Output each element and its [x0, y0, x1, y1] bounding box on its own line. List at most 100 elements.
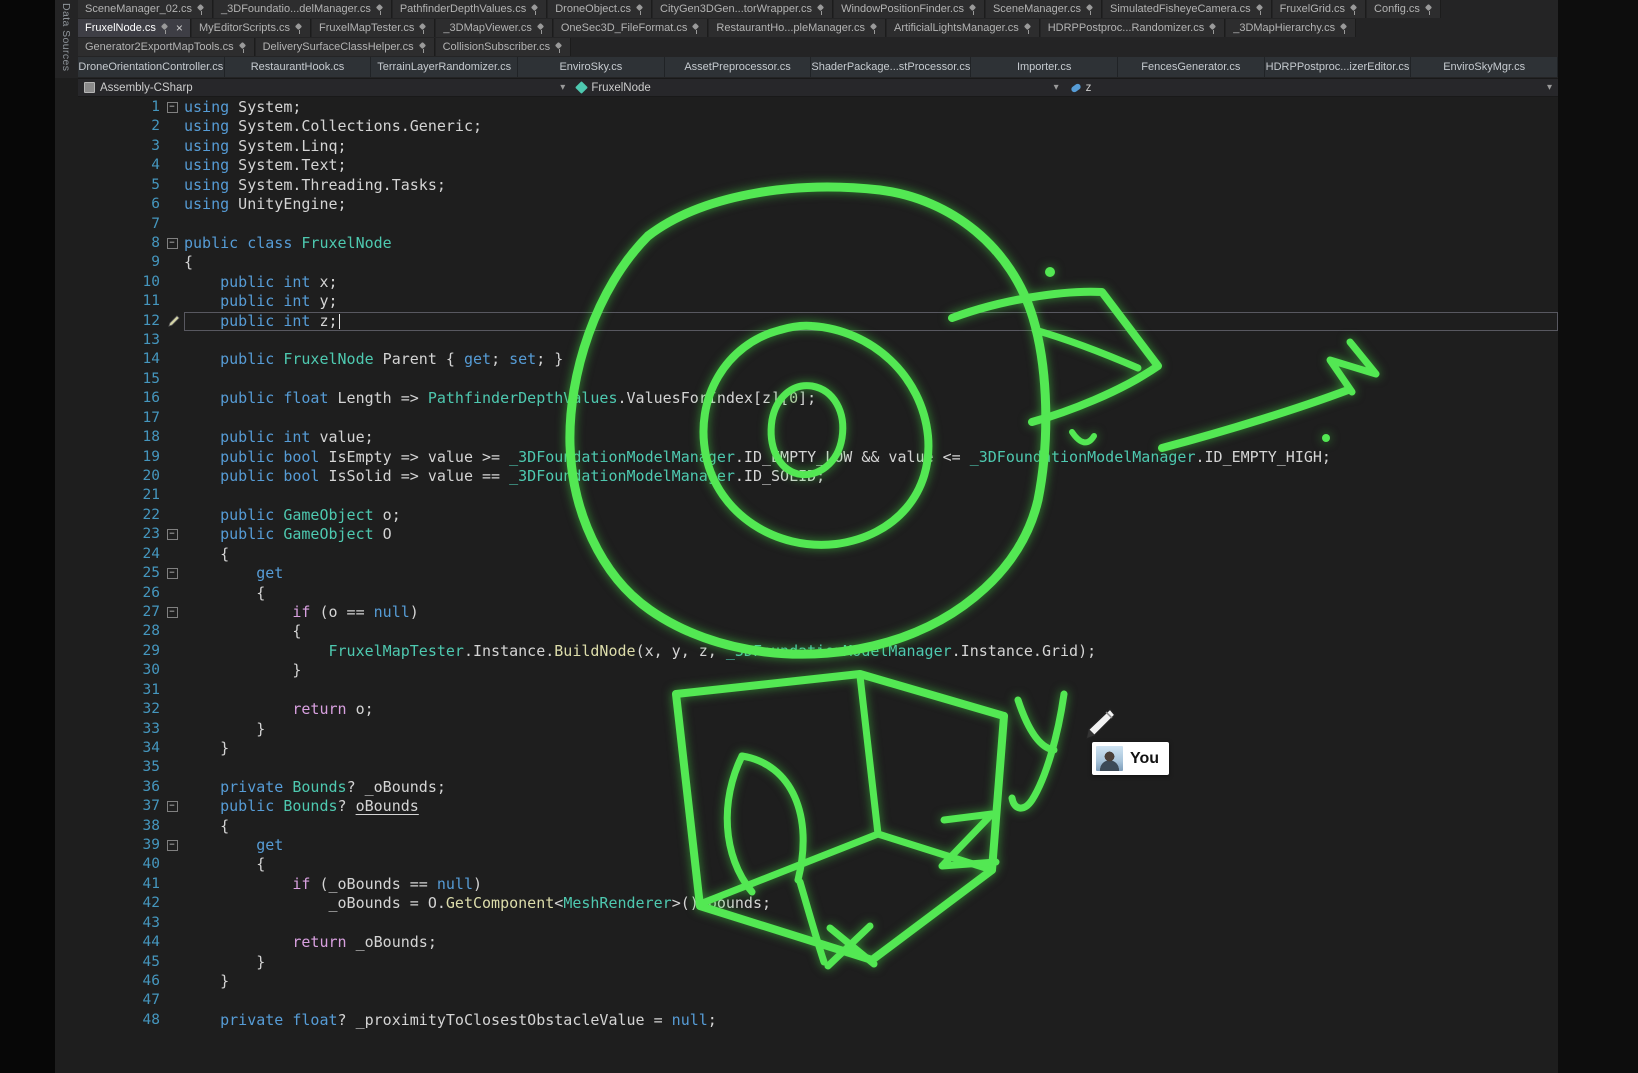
tab[interactable]: ShaderPackage...stProcessor.cs — [811, 57, 971, 77]
code-line[interactable]: 33 } — [55, 720, 1558, 739]
tab[interactable]: WindowPositionFinder.cs — [834, 0, 985, 18]
code-line[interactable]: 3using System.Linq; — [55, 137, 1558, 156]
pin-icon[interactable] — [161, 23, 169, 34]
code-line[interactable]: 22 public GameObject o; — [55, 506, 1558, 525]
pin-icon[interactable] — [419, 23, 427, 34]
pin-icon[interactable] — [555, 42, 563, 53]
fold-icon[interactable]: − — [160, 525, 184, 544]
code-line[interactable]: 40 { — [55, 855, 1558, 874]
tab[interactable]: _3DMapHierarchy.cs — [1226, 19, 1356, 37]
pin-icon[interactable] — [1256, 4, 1264, 15]
tab[interactable]: PathfinderDepthValues.cs — [393, 0, 547, 18]
code-line[interactable]: 18 public int value; — [55, 428, 1558, 447]
fold-icon[interactable]: − — [160, 603, 184, 622]
code-line[interactable]: 19 public bool IsEmpty => value >= _3DFo… — [55, 448, 1558, 467]
code-line[interactable]: 10 public int x; — [55, 273, 1558, 292]
tab[interactable]: EnviroSky.cs — [518, 57, 665, 77]
code-editor[interactable]: 1−using System;2using System.Collections… — [55, 98, 1558, 1073]
pin-icon[interactable] — [1340, 23, 1348, 34]
fold-icon[interactable]: − — [160, 836, 184, 855]
pin-icon[interactable] — [636, 4, 644, 15]
tab[interactable]: SceneManager.cs — [986, 0, 1102, 18]
pin-icon[interactable] — [870, 23, 878, 34]
code-line[interactable]: 27− if (o == null) — [55, 603, 1558, 622]
code-line[interactable]: 48 private float? _proximityToClosestObs… — [55, 1011, 1558, 1030]
code-line[interactable]: 31 — [55, 681, 1558, 700]
fold-icon[interactable]: − — [160, 98, 184, 117]
pin-icon[interactable] — [1086, 4, 1094, 15]
code-line[interactable]: 2using System.Collections.Generic; — [55, 117, 1558, 136]
tab[interactable]: Config.cs — [1367, 0, 1441, 18]
code-line[interactable]: 29 FruxelMapTester.Instance.BuildNode(x,… — [55, 642, 1558, 661]
code-line[interactable]: 6using UnityEngine; — [55, 195, 1558, 214]
data-sources-tool-tab[interactable]: Data Sources — [56, 3, 76, 85]
fold-icon[interactable]: − — [160, 234, 184, 253]
code-line[interactable]: 36 private Bounds? _oBounds; — [55, 778, 1558, 797]
code-line[interactable]: 17 — [55, 409, 1558, 428]
tab[interactable]: FruxelGrid.cs — [1273, 0, 1366, 18]
project-dropdown[interactable]: Assembly-CSharp ▾ — [78, 79, 571, 96]
pin-icon[interactable] — [1209, 23, 1217, 34]
tab[interactable]: FruxelNode.cs× — [78, 19, 191, 37]
tab[interactable]: Generator2ExportMapTools.cs — [78, 38, 255, 56]
code-line[interactable]: 32 return o; — [55, 700, 1558, 719]
code-line[interactable]: 46 } — [55, 972, 1558, 991]
code-line[interactable]: 41 if (_oBounds == null) — [55, 875, 1558, 894]
pin-icon[interactable] — [1024, 23, 1032, 34]
pin-icon[interactable] — [1350, 4, 1358, 15]
code-line[interactable]: 30 } — [55, 661, 1558, 680]
code-line[interactable]: 7 — [55, 215, 1558, 234]
code-line[interactable]: 39− get — [55, 836, 1558, 855]
close-icon[interactable]: × — [174, 22, 183, 34]
code-line[interactable]: 37− public Bounds? oBounds — [55, 797, 1558, 816]
tab[interactable]: ArtificialLightsManager.cs — [887, 19, 1040, 37]
code-line[interactable]: 28 { — [55, 622, 1558, 641]
tab[interactable]: CityGen3DGen...torWrapper.cs — [653, 0, 833, 18]
tab[interactable]: HDRPPostproc...Randomizer.cs — [1041, 19, 1226, 37]
tab[interactable]: DroneObject.cs — [548, 0, 652, 18]
code-line[interactable]: 15 — [55, 370, 1558, 389]
code-line[interactable]: 38 { — [55, 817, 1558, 836]
code-line[interactable]: 8−public class FruxelNode — [55, 234, 1558, 253]
code-line[interactable]: 12 public int z; — [55, 312, 1558, 331]
fold-icon[interactable]: − — [160, 797, 184, 816]
pin-icon[interactable] — [376, 4, 384, 15]
pin-icon[interactable] — [969, 4, 977, 15]
pin-icon[interactable] — [817, 4, 825, 15]
chevron-down-icon[interactable]: ▾ — [1547, 82, 1552, 93]
pin-icon[interactable] — [537, 23, 545, 34]
code-line[interactable]: 9{ — [55, 253, 1558, 272]
code-line[interactable]: 26 { — [55, 584, 1558, 603]
tab[interactable]: MyEditorScripts.cs — [192, 19, 311, 37]
pin-icon[interactable] — [692, 23, 700, 34]
tab[interactable]: OneSec3D_FileFormat.cs — [554, 19, 709, 37]
tab[interactable]: RestaurantHook.cs — [225, 57, 372, 77]
tab[interactable]: HDRPPostproc...izerEditor.cs — [1265, 57, 1412, 77]
pin-icon[interactable] — [531, 4, 539, 15]
code-line[interactable]: 4using System.Text; — [55, 156, 1558, 175]
tab[interactable]: SimulatedFisheyeCamera.cs — [1103, 0, 1272, 18]
code-line[interactable]: 44 return _oBounds; — [55, 933, 1558, 952]
code-line[interactable]: 23− public GameObject O — [55, 525, 1558, 544]
code-line[interactable]: 42 _oBounds = O.GetComponent<MeshRendere… — [55, 894, 1558, 913]
code-line[interactable]: 1−using System; — [55, 98, 1558, 117]
code-line[interactable]: 47 — [55, 991, 1558, 1010]
chevron-down-icon[interactable]: ▾ — [560, 82, 565, 93]
tab[interactable]: _3DFoundatio...delManager.cs — [214, 0, 392, 18]
type-dropdown[interactable]: FruxelNode ▾ — [571, 79, 1064, 96]
tab[interactable]: SceneManager_02.cs — [78, 0, 213, 18]
chevron-down-icon[interactable]: ▾ — [1054, 82, 1059, 93]
tab[interactable]: RestaurantHo...pleManager.cs — [709, 19, 886, 37]
code-line[interactable]: 34 } — [55, 739, 1558, 758]
code-line[interactable]: 20 public bool IsSolid => value == _3DFo… — [55, 467, 1558, 486]
pin-icon[interactable] — [239, 42, 247, 53]
code-line[interactable]: 21 — [55, 486, 1558, 505]
tab[interactable]: TerrainLayerRandomizer.cs — [371, 57, 518, 77]
tab[interactable]: _3DMapViewer.cs — [436, 19, 552, 37]
code-line[interactable]: 14 public FruxelNode Parent { get; set; … — [55, 350, 1558, 369]
pin-icon[interactable] — [295, 23, 303, 34]
code-line[interactable]: 16 public float Length => PathfinderDept… — [55, 389, 1558, 408]
member-dropdown[interactable]: z ▾ — [1065, 79, 1558, 96]
tab[interactable]: AssetPreprocessor.cs — [665, 57, 812, 77]
tab[interactable]: FruxelMapTester.cs — [312, 19, 435, 37]
